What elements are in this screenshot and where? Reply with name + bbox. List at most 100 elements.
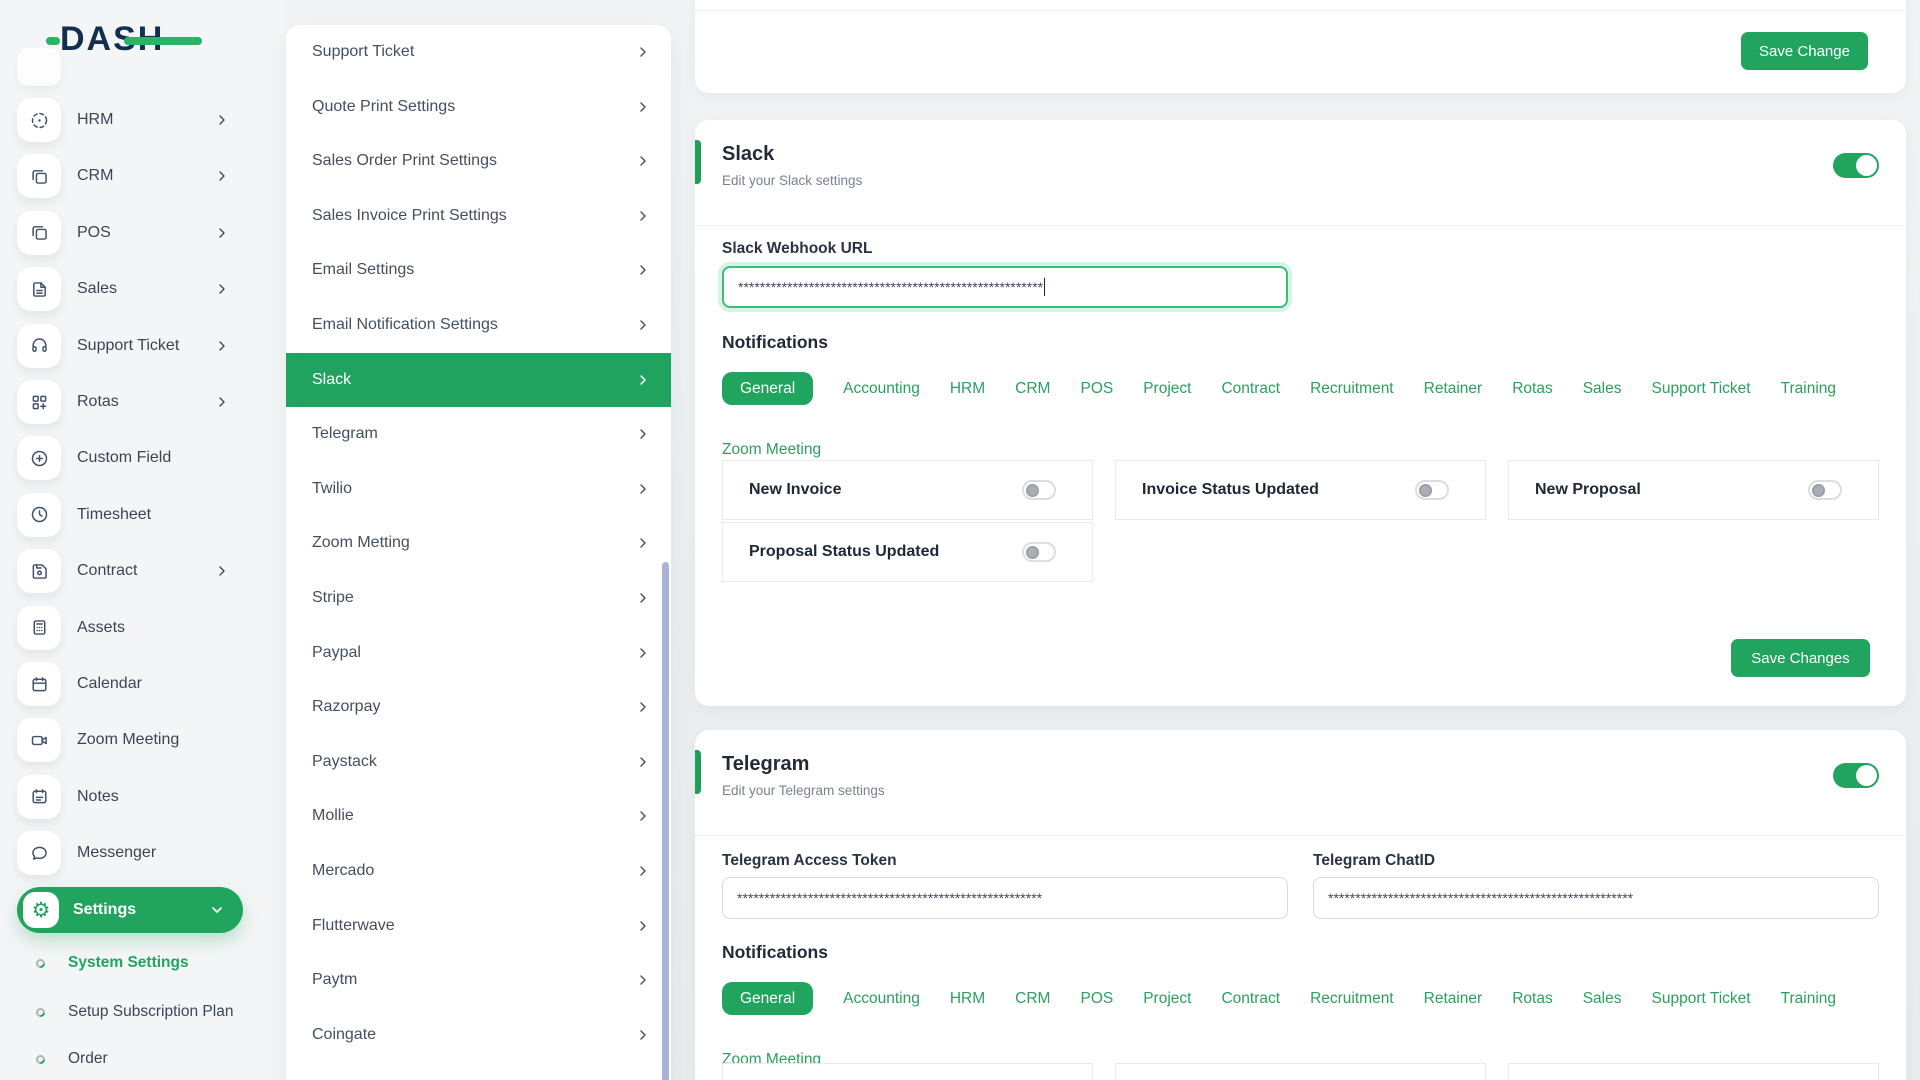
- chevron-right-icon: [635, 645, 651, 661]
- settings-menu-item-stripe[interactable]: Stripe: [286, 571, 671, 625]
- settings-menu-item-paytm[interactable]: Paytm: [286, 953, 671, 1007]
- primary-sidebar: DASH HRM CRM POS Sales Support Ticket Ro…: [0, 0, 286, 1080]
- chevron-right-icon: [635, 808, 651, 824]
- settings-menu-item-paypal[interactable]: Paypal: [286, 626, 671, 680]
- proposal-status-updated-toggle[interactable]: [1022, 542, 1056, 562]
- slack-tab-hrm[interactable]: HRM: [950, 372, 985, 405]
- sidebar-subitem-system-settings[interactable]: System Settings: [0, 948, 286, 978]
- save-change-button[interactable]: Save Change: [1741, 32, 1868, 70]
- slack-tab-project[interactable]: Project: [1143, 372, 1191, 405]
- sidebar-item-timesheet[interactable]: Timesheet: [0, 493, 286, 537]
- settings-menu-item-email-notification-settings[interactable]: Email Notification Settings: [286, 298, 671, 352]
- sidebar-item-sales[interactable]: Sales: [0, 267, 286, 311]
- sidebar-item-contract[interactable]: Contract: [0, 549, 286, 593]
- slack-tab-retainer[interactable]: Retainer: [1424, 372, 1483, 405]
- bullet-ring-icon: [34, 1006, 47, 1019]
- slack-webhook-input[interactable]: ****************************************…: [722, 266, 1288, 308]
- toggle-card-label: New Invoice: [749, 481, 841, 499]
- slack-enabled-toggle[interactable]: [1833, 153, 1879, 178]
- sidebar-item-rotas[interactable]: Rotas: [0, 380, 286, 424]
- telegram-tab-support-ticket[interactable]: Support Ticket: [1652, 982, 1751, 1015]
- new-proposal-toggle[interactable]: [1808, 480, 1842, 500]
- new-invoice-toggle[interactable]: [1022, 480, 1056, 500]
- settings-menu-panel: Support Ticket Quote Print Settings Sale…: [286, 25, 671, 1080]
- telegram-tab-rotas[interactable]: Rotas: [1512, 982, 1553, 1015]
- telegram-tab-general[interactable]: General: [722, 982, 813, 1015]
- telegram-tab-training[interactable]: Training: [1781, 982, 1836, 1015]
- toggle-card-new-proposal: New Proposal: [1508, 460, 1879, 520]
- settings-menu-item-twilio[interactable]: Twilio: [286, 462, 671, 516]
- slack-tab-accounting[interactable]: Accounting: [843, 372, 920, 405]
- settings-menu-item-telegram[interactable]: Telegram: [286, 407, 671, 461]
- settings-menu-item-flutterwave[interactable]: Flutterwave: [286, 899, 671, 953]
- invoice-status-updated-toggle[interactable]: [1415, 480, 1449, 500]
- gear-icon: ⚙: [23, 892, 59, 928]
- telegram-chatid-label: Telegram ChatID: [1313, 852, 1435, 870]
- sidebar-item-settings[interactable]: ⚙ Settings: [17, 887, 243, 933]
- sidebar-item-zoom-meeting[interactable]: Zoom Meeting: [0, 718, 286, 762]
- calculator-icon: [29, 617, 50, 638]
- save-changes-button[interactable]: Save Changes: [1731, 639, 1870, 677]
- settings-menu-item-razorpay[interactable]: Razorpay: [286, 680, 671, 734]
- app-logo[interactable]: DASH: [60, 18, 164, 60]
- sidebar-item-label: Zoom Meeting: [77, 731, 179, 749]
- toggle-card-partial: [1115, 1063, 1486, 1080]
- sidebar-item-pos[interactable]: POS: [0, 211, 286, 255]
- telegram-enabled-toggle[interactable]: [1833, 763, 1879, 788]
- settings-menu-item-support-ticket[interactable]: Support Ticket: [286, 25, 671, 79]
- top-settings-card: Save Change: [695, 0, 1906, 93]
- slack-tab-pos[interactable]: POS: [1080, 372, 1113, 405]
- chevron-right-icon: [635, 153, 651, 169]
- subitem-label: Setup Subscription Plan: [68, 1003, 233, 1021]
- settings-menu-item-mollie[interactable]: Mollie: [286, 789, 671, 843]
- sidebar-item-label: Calendar: [77, 675, 142, 693]
- sidebar-item-custom-field[interactable]: Custom Field: [0, 436, 286, 480]
- settings-menu-item-label: Razorpay: [312, 698, 380, 716]
- slack-tab-rotas[interactable]: Rotas: [1512, 372, 1553, 405]
- telegram-tab-recruitment[interactable]: Recruitment: [1310, 982, 1394, 1015]
- sidebar-item-messenger[interactable]: Messenger: [0, 831, 286, 875]
- telegram-tab-project[interactable]: Project: [1143, 982, 1191, 1015]
- sidebar-item-calendar[interactable]: Calendar: [0, 662, 286, 706]
- sidebar-item-support-ticket[interactable]: Support Ticket: [0, 324, 286, 368]
- sidebar-item-notes[interactable]: Notes: [0, 775, 286, 819]
- sidebar-item-assets[interactable]: Assets: [0, 606, 286, 650]
- settings-menu-item-sales-order-print-settings[interactable]: Sales Order Print Settings: [286, 134, 671, 188]
- settings-menu-item-sales-invoice-print-settings[interactable]: Sales Invoice Print Settings: [286, 189, 671, 243]
- sidebar-subitem-setup-subscription-plan[interactable]: Setup Subscription Plan: [0, 997, 286, 1027]
- slack-tab-support-ticket[interactable]: Support Ticket: [1652, 372, 1751, 405]
- slack-tab-general[interactable]: General: [722, 372, 813, 405]
- sidebar-item-crm[interactable]: CRM: [0, 154, 286, 198]
- chevron-right-icon: [635, 590, 651, 606]
- telegram-tab-hrm[interactable]: HRM: [950, 982, 985, 1015]
- sidebar-item-hrm[interactable]: HRM: [0, 98, 286, 142]
- sales-file-icon: [29, 279, 50, 300]
- chevron-right-icon: [635, 317, 651, 333]
- settings-menu-item-mercado[interactable]: Mercado: [286, 844, 671, 898]
- settings-menu-item-zoom-metting[interactable]: Zoom Metting: [286, 516, 671, 570]
- telegram-tab-pos[interactable]: POS: [1080, 982, 1113, 1015]
- telegram-tab-sales[interactable]: Sales: [1583, 982, 1622, 1015]
- settings-menu-item-skrill[interactable]: Skrill: [286, 1062, 671, 1080]
- settings-menu-item-paystack[interactable]: Paystack: [286, 735, 671, 789]
- telegram-tab-contract[interactable]: Contract: [1221, 982, 1280, 1015]
- telegram-token-input[interactable]: ****************************************…: [722, 877, 1288, 919]
- telegram-chatid-input[interactable]: ****************************************…: [1313, 877, 1879, 919]
- slack-tab-sales[interactable]: Sales: [1583, 372, 1622, 405]
- telegram-tab-crm[interactable]: CRM: [1015, 982, 1050, 1015]
- telegram-tab-accounting[interactable]: Accounting: [843, 982, 920, 1015]
- slack-tab-recruitment[interactable]: Recruitment: [1310, 372, 1394, 405]
- settings-menu-scrollbar[interactable]: [662, 562, 669, 1080]
- slack-tab-training[interactable]: Training: [1781, 372, 1836, 405]
- sidebar-item-label: Custom Field: [77, 449, 171, 467]
- slack-tab-contract[interactable]: Contract: [1221, 372, 1280, 405]
- slack-tab-crm[interactable]: CRM: [1015, 372, 1050, 405]
- settings-menu-item-coingate[interactable]: Coingate: [286, 1008, 671, 1062]
- toggle-card-invoice-status-updated: Invoice Status Updated: [1115, 460, 1486, 520]
- sidebar-item-label: Timesheet: [77, 506, 151, 524]
- settings-menu-item-quote-print-settings[interactable]: Quote Print Settings: [286, 80, 671, 134]
- telegram-tab-retainer[interactable]: Retainer: [1424, 982, 1483, 1015]
- sidebar-subitem-order[interactable]: Order: [0, 1044, 286, 1074]
- settings-menu-item-email-settings[interactable]: Email Settings: [286, 243, 671, 297]
- settings-menu-item-slack[interactable]: Slack: [286, 353, 671, 407]
